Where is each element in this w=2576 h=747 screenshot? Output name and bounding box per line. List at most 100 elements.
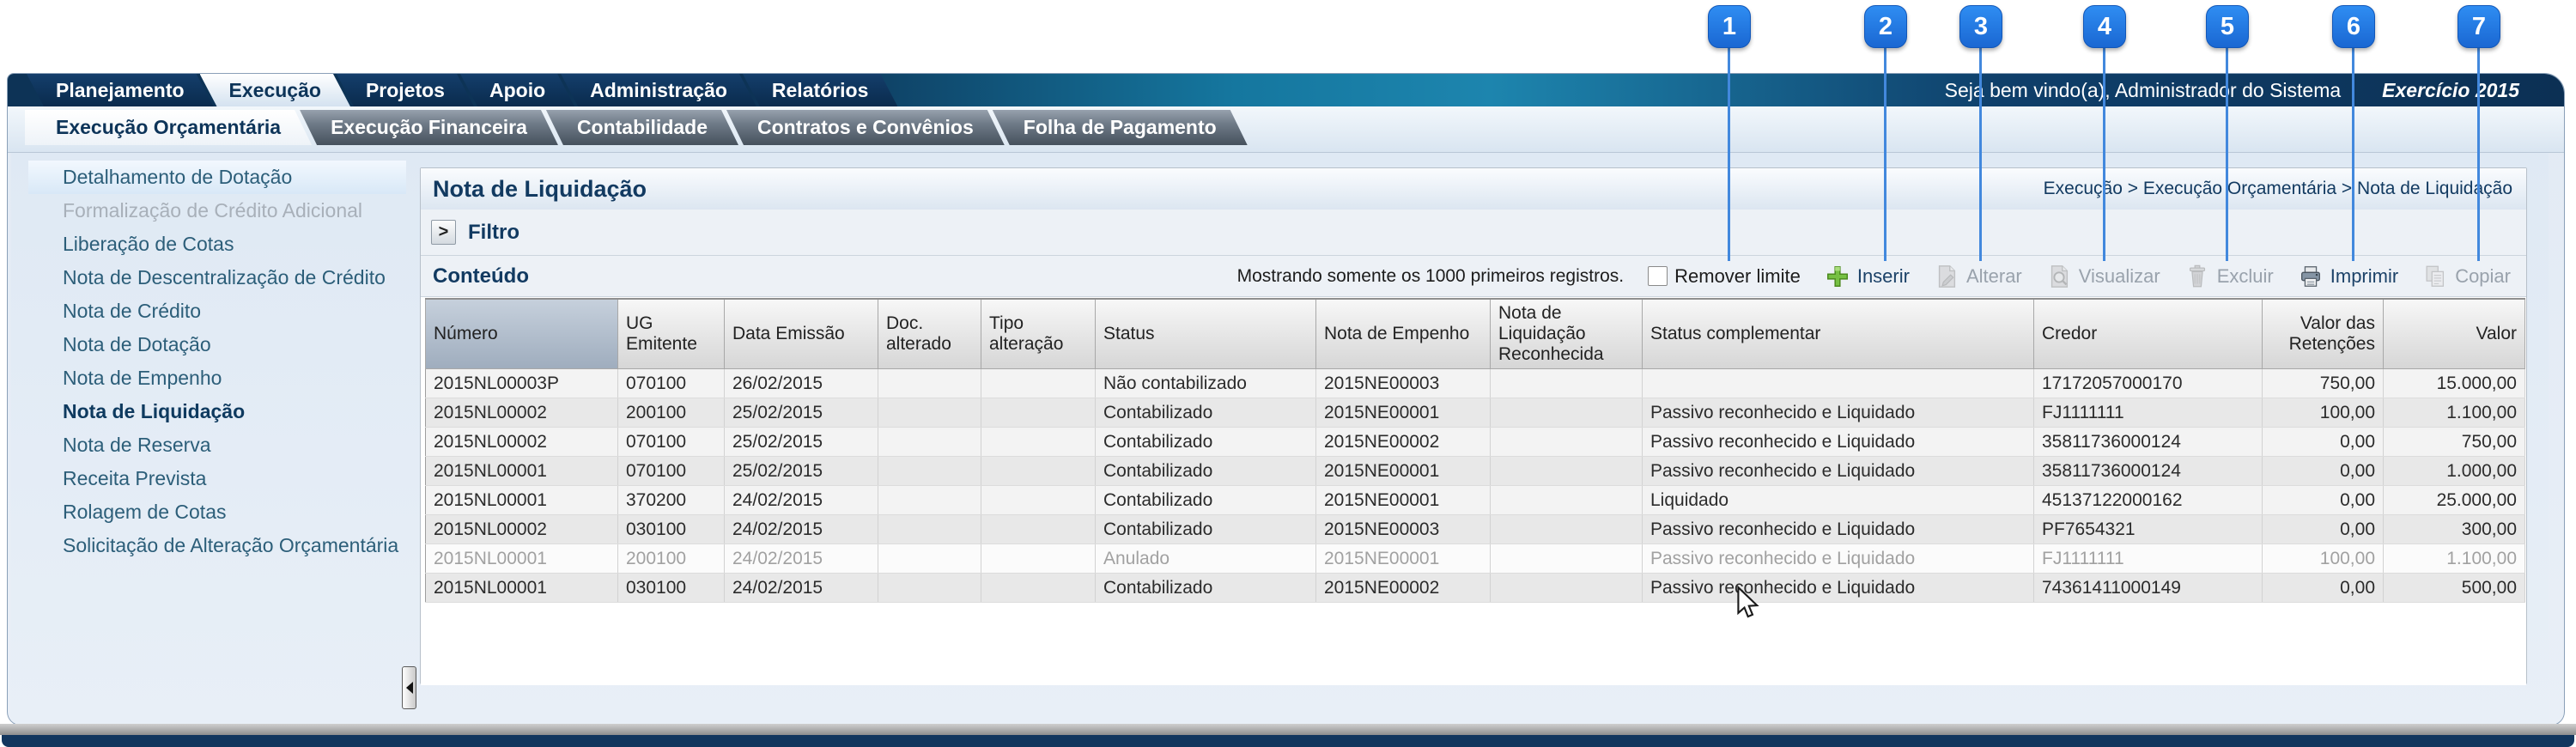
table-cell	[1491, 398, 1643, 428]
table-cell: PF7654321	[2034, 515, 2263, 544]
grid-area: NúmeroUG EmitenteData EmissãoDoc. altera…	[421, 297, 2526, 685]
column-header[interactable]: Tipo alteração	[981, 299, 1096, 369]
table-cell: 2015NE00003	[1316, 369, 1491, 398]
table-cell: 45137122000162	[2034, 486, 2263, 515]
table-cell: 35811736000124	[2034, 457, 2263, 486]
column-header[interactable]: Nota de Liquidação Reconhecida	[1491, 299, 1643, 369]
sidebar-item[interactable]: Detalhamento de Dotação	[28, 161, 406, 194]
collapse-left-arrow-icon	[406, 682, 413, 694]
column-header[interactable]: Valor das Retenções	[2263, 299, 2384, 369]
column-header[interactable]: Valor	[2384, 299, 2525, 369]
column-header[interactable]: Doc. alterado	[878, 299, 981, 369]
app-window: PlanejamentoExecuçãoProjetosApoioAdminis…	[7, 73, 2565, 726]
table-cell: Liquidado	[1643, 486, 2034, 515]
table-cell	[981, 544, 1096, 574]
column-header[interactable]: Data Emissão	[725, 299, 878, 369]
table-cell	[981, 515, 1096, 544]
top-menu-tab[interactable]: Apoio	[460, 74, 574, 106]
table-cell: 2015NE00003	[1316, 515, 1491, 544]
table-cell	[878, 486, 981, 515]
table-cell: 2015NL00001	[426, 457, 618, 486]
table-cell: Anulado	[1096, 544, 1316, 574]
top-menu-tab[interactable]: Administração	[561, 74, 756, 106]
table-cell: 25/02/2015	[725, 398, 878, 428]
table-cell: Contabilizado	[1096, 574, 1316, 603]
sidebar-item[interactable]: Receita Prevista	[28, 462, 406, 495]
table-cell: 25/02/2015	[725, 428, 878, 457]
top-menu-tab[interactable]: Planejamento	[27, 74, 214, 106]
sub-menu-tab[interactable]: Contratos e Convênios	[726, 110, 1005, 145]
column-header[interactable]: Nota de Empenho	[1316, 299, 1491, 369]
column-header[interactable]: Status	[1096, 299, 1316, 369]
records-table: NúmeroUG EmitenteData EmissãoDoc. altera…	[425, 298, 2525, 603]
view-button: Visualizar	[2046, 264, 2160, 289]
table-cell: FJ1111111	[2034, 398, 2263, 428]
table-cell: Passivo reconhecido e Liquidado	[1643, 457, 2034, 486]
table-cell	[1491, 428, 1643, 457]
table-cell: 1.100,00	[2384, 398, 2525, 428]
table-cell: 25/02/2015	[725, 457, 878, 486]
remove-limit-checkbox[interactable]	[1648, 266, 1668, 286]
table-row[interactable]: 2015NL0000203010024/02/2015Contabilizado…	[426, 515, 2525, 544]
table-cell: 2015NL00003P	[426, 369, 618, 398]
sidebar-item[interactable]: Solicitação de Alteração Orçamentária	[28, 529, 406, 562]
sidebar-collapse-handle[interactable]	[402, 666, 416, 709]
table-cell: 25.000,00	[2384, 486, 2525, 515]
table-cell	[981, 457, 1096, 486]
column-header[interactable]: Credor	[2034, 299, 2263, 369]
sidebar-item[interactable]: Nota de Reserva	[28, 428, 406, 462]
print-button[interactable]: Imprimir	[2298, 264, 2398, 289]
print-button-label: Imprimir	[2330, 265, 2398, 288]
table-cell: 0,00	[2263, 486, 2384, 515]
table-cell: FJ1111111	[2034, 544, 2263, 574]
table-cell	[878, 428, 981, 457]
copy-button-label: Copiar	[2455, 265, 2511, 288]
top-menu-tab[interactable]: Relatórios	[743, 74, 897, 106]
top-menu-tab[interactable]: Projetos	[337, 74, 474, 106]
table-cell	[1491, 574, 1643, 603]
table-row[interactable]: 2015NL0000220010025/02/2015Contabilizado…	[426, 398, 2525, 428]
table-cell: 370200	[618, 486, 725, 515]
table-row[interactable]: 2015NL0000120010024/02/2015Anulado2015NE…	[426, 544, 2525, 574]
table-cell: 2015NE00002	[1316, 428, 1491, 457]
top-menu-tab[interactable]: Execução	[200, 74, 350, 106]
callout-badge: 3	[1959, 5, 2002, 48]
sidebar-item[interactable]: Nota de Dotação	[28, 328, 406, 361]
table-cell: 2015NL00001	[426, 544, 618, 574]
table-cell	[878, 398, 981, 428]
sub-menu-tab[interactable]: Execução Orçamentária	[25, 110, 312, 145]
table-cell: 2015NL00002	[426, 428, 618, 457]
sidebar-item[interactable]: Nota de Liquidação	[28, 395, 406, 428]
table-cell: 300,00	[2384, 515, 2525, 544]
table-row[interactable]: 2015NL0000137020024/02/2015Contabilizado…	[426, 486, 2525, 515]
column-header[interactable]: Número	[426, 299, 618, 369]
table-row[interactable]: 2015NL0000207010025/02/2015Contabilizado…	[426, 428, 2525, 457]
sub-menu-tab[interactable]: Folha de Pagamento	[993, 110, 1248, 145]
table-cell: 35811736000124	[2034, 428, 2263, 457]
insert-button[interactable]: Inserir	[1825, 264, 1910, 289]
copy-button: Copiar	[2422, 264, 2511, 289]
page-title: Nota de Liquidação	[433, 176, 647, 203]
sidebar-item[interactable]: Nota de Empenho	[28, 361, 406, 395]
table-cell: Passivo reconhecido e Liquidado	[1643, 515, 2034, 544]
sidebar-item[interactable]: Rolagem de Cotas	[28, 495, 406, 529]
sidebar-item[interactable]: Nota de Crédito	[28, 295, 406, 328]
table-row[interactable]: 2015NL0000107010025/02/2015Contabilizado…	[426, 457, 2525, 486]
sidebar-menu: Detalhamento de DotaçãoFormalização de C…	[28, 161, 406, 562]
table-cell: 0,00	[2263, 574, 2384, 603]
exercise-year: Exercício 2015	[2382, 79, 2519, 102]
table-row[interactable]: 2015NL00003P07010026/02/2015Não contabil…	[426, 369, 2525, 398]
table-cell	[878, 369, 981, 398]
sub-menu-tab[interactable]: Contabilidade	[546, 110, 738, 145]
column-header[interactable]: UG Emitente	[618, 299, 725, 369]
column-header[interactable]: Status complementar	[1643, 299, 2034, 369]
sub-menu-tab[interactable]: Execução Financeira	[300, 110, 558, 145]
table-row[interactable]: 2015NL0000103010024/02/2015Contabilizado…	[426, 574, 2525, 603]
toolbar: Mostrando somente os 1000 primeiros regi…	[1237, 264, 2511, 289]
sidebar-item[interactable]: Nota de Descentralização de Crédito	[28, 261, 406, 295]
table-cell: 070100	[618, 428, 725, 457]
table-cell: 2015NE00001	[1316, 544, 1491, 574]
filter-expand-button[interactable]: >	[431, 220, 456, 245]
table-cell: 100,00	[2263, 398, 2384, 428]
sidebar-item[interactable]: Liberação de Cotas	[28, 228, 406, 261]
